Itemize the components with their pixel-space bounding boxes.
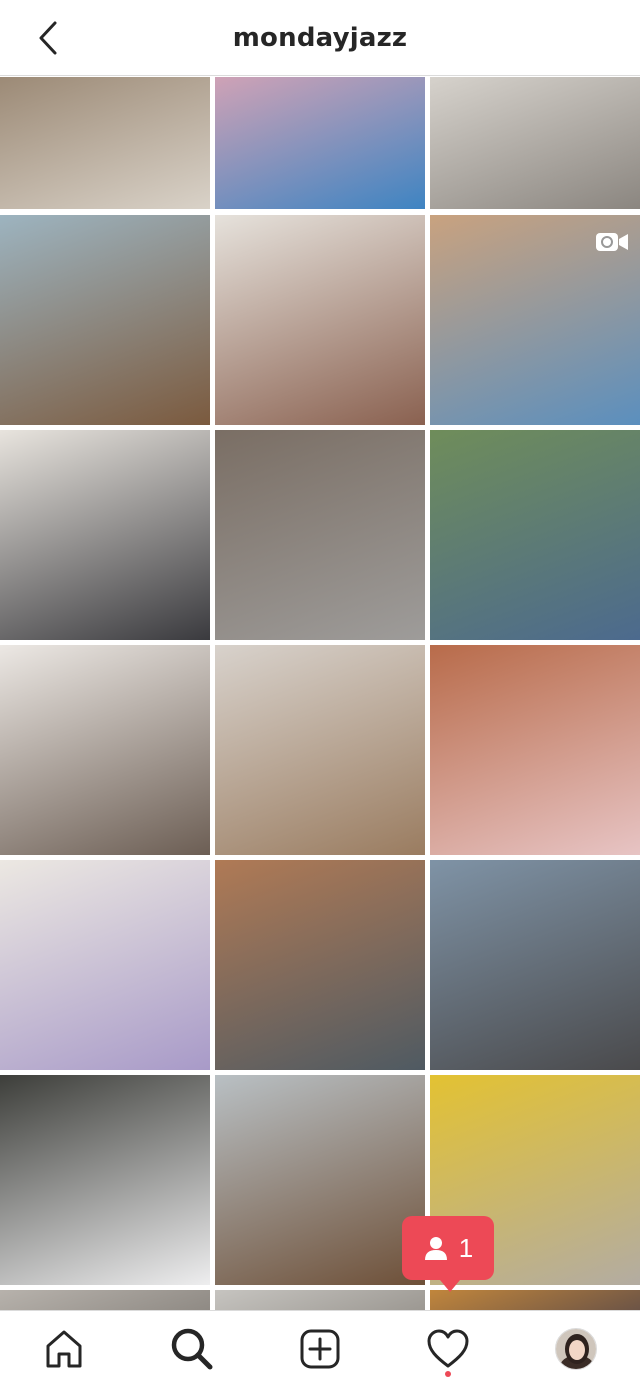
post-photo: [0, 215, 210, 425]
grid-post-thumbnail[interactable]: [430, 645, 640, 855]
chevron-left-icon: [39, 21, 57, 55]
back-button[interactable]: [30, 20, 66, 56]
grid-post-thumbnail[interactable]: [215, 430, 425, 640]
grid-post-thumbnail[interactable]: [215, 1075, 425, 1285]
post-photo: [0, 860, 210, 1070]
grid-post-thumbnail[interactable]: [215, 77, 425, 209]
grid-post-thumbnail[interactable]: [215, 860, 425, 1070]
post-photo: [215, 1075, 425, 1285]
heart-icon: [427, 1329, 469, 1368]
tab-new-post[interactable]: [296, 1325, 344, 1373]
post-photo: [215, 860, 425, 1070]
grid-post-thumbnail[interactable]: [0, 77, 210, 209]
grid-post-thumbnail[interactable]: [430, 860, 640, 1070]
bottom-tab-bar: [0, 1310, 640, 1386]
post-photo: [430, 645, 640, 855]
post-photo: [0, 1290, 210, 1310]
profile-avatar: [555, 1328, 597, 1370]
activity-indicator-dot: [445, 1371, 451, 1377]
post-photo: [215, 645, 425, 855]
post-photo: [0, 77, 210, 209]
video-camera-icon: [596, 233, 628, 251]
grid-post-thumbnail[interactable]: [0, 1290, 210, 1310]
grid-post-thumbnail[interactable]: [430, 215, 640, 425]
posts-grid: [0, 77, 640, 1310]
home-icon: [46, 1330, 82, 1368]
tab-home[interactable]: [40, 1325, 88, 1373]
post-photo: [215, 215, 425, 425]
post-photo: [215, 77, 425, 209]
grid-post-thumbnail[interactable]: [0, 215, 210, 425]
profile-username-title: mondayjazz: [232, 22, 408, 53]
grid-post-thumbnail[interactable]: [215, 1290, 425, 1310]
grid-post-thumbnail[interactable]: [430, 430, 640, 640]
post-photo: [0, 645, 210, 855]
grid-post-thumbnail[interactable]: [215, 215, 425, 425]
tab-profile[interactable]: [552, 1325, 600, 1373]
grid-post-thumbnail[interactable]: [0, 645, 210, 855]
grid-post-thumbnail[interactable]: [430, 1290, 640, 1310]
search-icon: [171, 1328, 213, 1370]
grid-post-thumbnail[interactable]: [0, 430, 210, 640]
post-photo: [0, 430, 210, 640]
post-photo: [430, 77, 640, 209]
post-photo: [215, 430, 425, 640]
grid-post-thumbnail[interactable]: [215, 645, 425, 855]
top-navigation-bar: mondayjazz: [0, 0, 640, 76]
grid-post-thumbnail[interactable]: [0, 1075, 210, 1285]
add-post-icon: [300, 1329, 340, 1369]
person-icon: [424, 1237, 447, 1260]
new-follower-notification[interactable]: 1: [402, 1216, 494, 1292]
notification-count: 1: [458, 1232, 474, 1263]
post-photo: [0, 1075, 210, 1285]
grid-post-thumbnail[interactable]: [430, 77, 640, 209]
tab-activity[interactable]: [424, 1325, 472, 1373]
post-photo: [430, 430, 640, 640]
post-photo: [430, 1290, 640, 1310]
tab-search[interactable]: [168, 1325, 216, 1373]
grid-post-thumbnail[interactable]: [0, 860, 210, 1070]
post-photo: [215, 1290, 425, 1310]
post-photo: [430, 860, 640, 1070]
